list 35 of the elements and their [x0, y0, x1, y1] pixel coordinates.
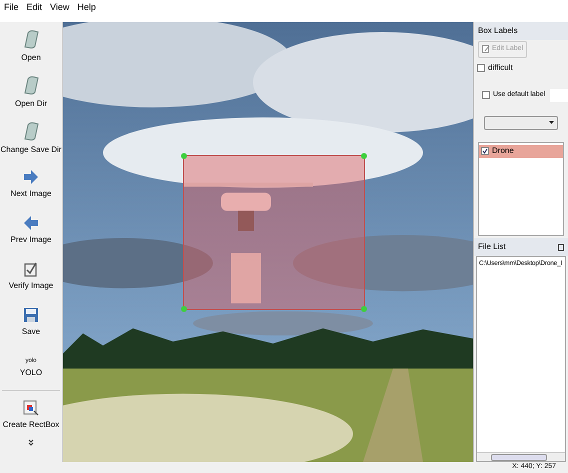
scrollbar-thumb[interactable] — [491, 454, 547, 460]
horizontal-scrollbar[interactable] — [477, 452, 565, 461]
arrow-right-icon — [23, 168, 39, 184]
checkbox[interactable] — [482, 91, 490, 99]
menu-item[interactable]: View — [50, 1, 70, 14]
checkbox[interactable] — [477, 64, 485, 72]
checkbox-icon — [24, 260, 38, 276]
toolbar-button[interactable]: Open Dir — [0, 68, 62, 114]
menu-item[interactable]: File — [4, 1, 19, 14]
toolbar-button[interactable]: Save — [0, 298, 62, 344]
folder-icon — [22, 28, 40, 48]
menu-item[interactable]: Edit — [26, 1, 42, 14]
checkbox[interactable] — [481, 147, 489, 155]
chevron-down-icon[interactable] — [28, 439, 34, 446]
bounding-box[interactable] — [183, 155, 365, 310]
arrow-left-icon — [23, 214, 39, 230]
toolbar-button[interactable]: Create RectBox — [0, 391, 62, 437]
toolbar-button[interactable]: Change Save Dir — [0, 114, 62, 160]
label-dropdown[interactable] — [484, 116, 558, 130]
toolbar-button[interactable]: Open — [0, 22, 62, 68]
toolbar-button[interactable]: Prev Image — [0, 206, 62, 252]
create-box-icon — [23, 400, 39, 416]
panel-title: File List — [478, 241, 506, 253]
dropdown-arrow-icon — [549, 121, 554, 124]
toolbar-button[interactable]: Next Image — [0, 160, 62, 206]
menu-item[interactable]: Help — [77, 1, 96, 14]
toolbar-button[interactable]: Verify Image — [0, 252, 62, 298]
label-list-item[interactable]: Drone — [479, 144, 563, 158]
folder-icon — [22, 74, 40, 94]
edit-icon — [482, 45, 490, 54]
panel-title: Box Labels — [474, 22, 568, 40]
undock-icon[interactable] — [558, 244, 564, 250]
checkbox-label: difficult — [488, 62, 513, 74]
label-text: Drone — [492, 145, 514, 157]
folder-icon — [22, 120, 40, 140]
